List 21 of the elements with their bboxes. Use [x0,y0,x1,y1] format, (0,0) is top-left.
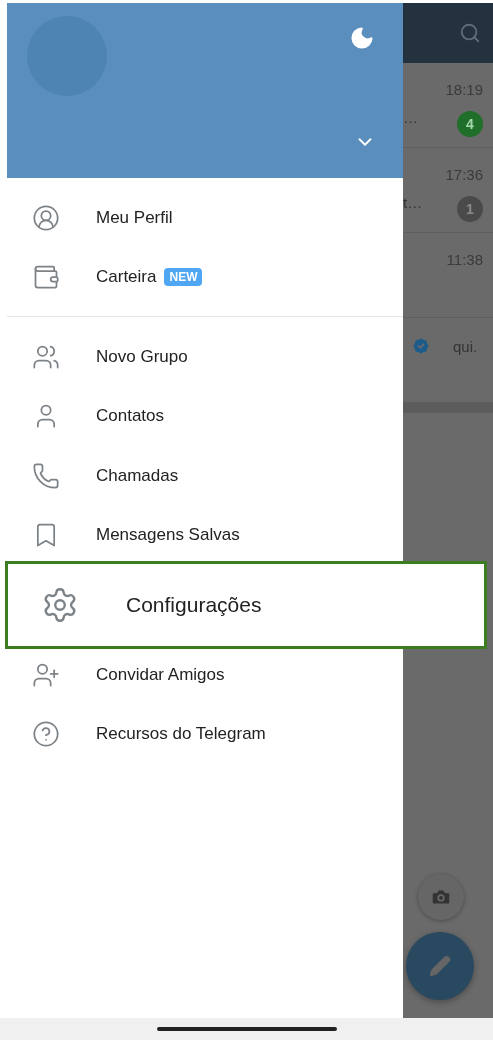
menu-item[interactable]: Chamadas [7,446,403,506]
menu-item[interactable]: Contatos [7,386,403,446]
menu-item[interactable]: Recursos do Telegram [7,704,403,764]
unread-badge: 4 [457,111,483,137]
home-indicator[interactable] [156,1027,337,1031]
unread-badge: 1 [457,196,483,222]
menu-item[interactable]: Novo Grupo [7,327,403,387]
menu-item[interactable]: Meu Perfil [7,188,403,248]
chat-preview: … [403,109,418,126]
menu-icon [32,720,60,749]
menu-icon [32,461,60,490]
night-mode-icon[interactable] [349,25,375,51]
menu-icon [32,203,60,232]
search-icon[interactable] [459,22,481,44]
pencil-icon [429,955,451,977]
menu-item[interactable]: Carteira NEW [7,247,403,307]
camera-button[interactable] [418,874,464,920]
compose-button[interactable] [406,932,474,1000]
chat-preview: qui. [453,338,478,355]
menu-item[interactable]: Configurações [5,561,487,649]
new-badge: NEW [164,268,203,287]
